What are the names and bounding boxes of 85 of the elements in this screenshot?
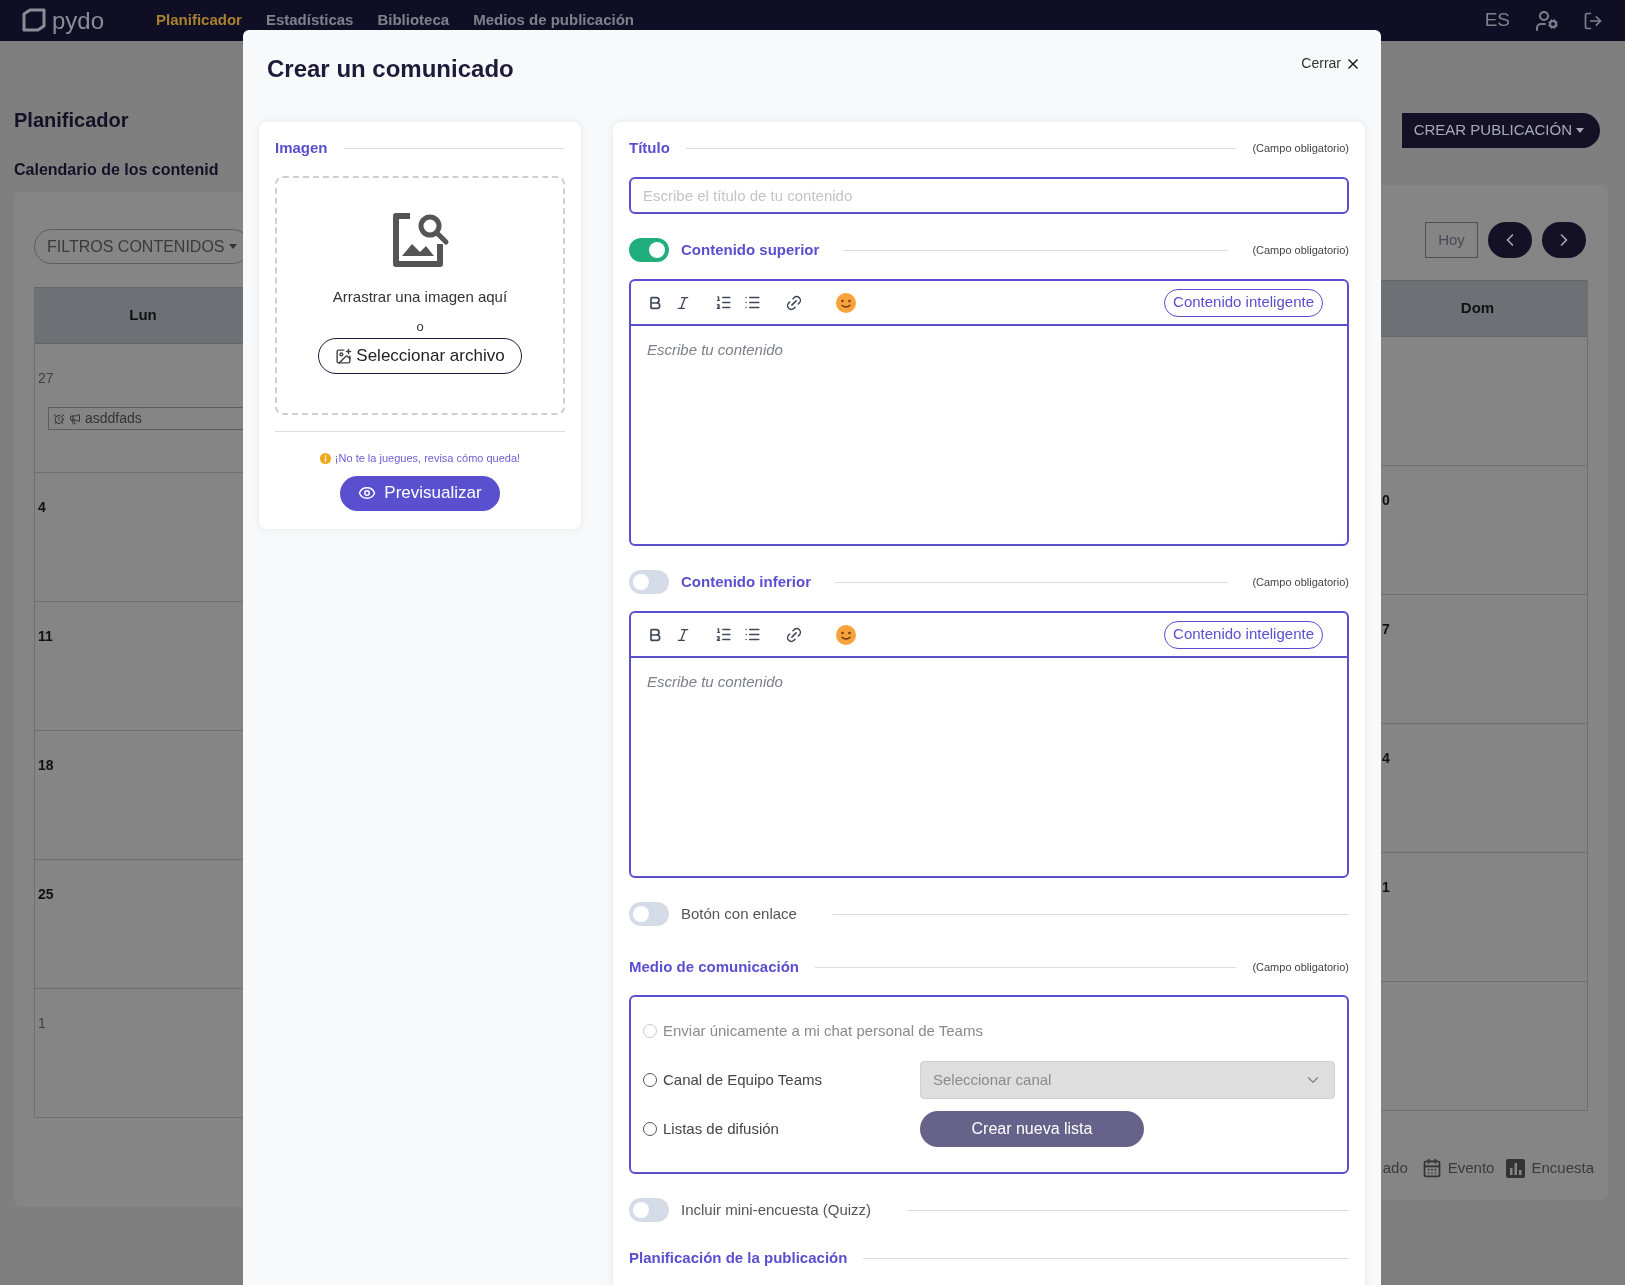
date-number: 25 [38,886,54,902]
select-file-button[interactable]: Seleccionar archivo [318,338,522,374]
numbered-list-icon[interactable] [715,626,732,643]
section-label: Título [629,137,670,158]
radio-button[interactable] [643,1122,657,1136]
caret-icon [228,244,237,249]
or-text: o [416,317,424,336]
nav-link[interactable]: Planificador [156,9,242,32]
toggle-switch[interactable] [629,238,669,262]
required-note: (Campo obligatorio) [1252,140,1349,156]
day-header: Dom [1381,280,1587,337]
section-label: Contenido superior [681,239,820,260]
date-number: 11 [38,628,53,644]
eye-icon [358,484,377,502]
legend-label: ado [1382,1158,1408,1178]
emoji-icon[interactable] [835,291,857,314]
date-number: 0 [1382,492,1390,508]
preview-button[interactable]: Previsualizar [340,475,500,511]
caret-icon [1576,128,1584,133]
next-button[interactable] [1542,222,1586,258]
option-label: Enviar únicamente a mi chat personal de Teams [663,1020,983,1041]
drop-text: Arrastrar una imagen aquí [332,287,508,307]
create-list-button[interactable]: Crear nueva lista [920,1111,1144,1147]
title-input[interactable]: Escribe el título de tu contenido [629,177,1349,214]
bar-chart-icon [1506,1158,1526,1178]
page-title: Planificador [14,108,130,133]
calendar-icon [1421,1158,1442,1179]
previous-button[interactable] [1488,222,1532,258]
channel-select[interactable]: Seleccionar canal [920,1061,1335,1099]
bulleted-list-icon[interactable] [744,294,761,311]
logout-icon[interactable] [1583,10,1603,31]
bold-icon[interactable] [647,294,663,311]
date-number: 7 [1382,621,1390,637]
italic-icon[interactable] [675,294,691,311]
user-settings-icon[interactable] [1535,8,1559,33]
image-search-icon [390,210,450,270]
language-selector[interactable]: ES [1484,6,1510,35]
toggle-label: Incluir mini-encuesta (Quizz) [681,1199,872,1220]
date-number: 1 [1382,879,1390,895]
logo-icon [22,7,46,34]
image-icon [335,347,353,365]
toggle-switch[interactable] [629,1198,669,1222]
option-label: Listas de difusión [663,1118,779,1139]
section-label: Imagen [275,137,328,158]
section-label: Planificación de la publicación [629,1247,848,1268]
logo-text: pydo [52,5,105,36]
toggle-label: Botón con enlace [681,903,797,924]
date-number: 1 [38,1015,46,1031]
create-post-button[interactable]: CREAR PUBLICACIÓN [1401,113,1600,148]
alarm-clock-icon [53,412,65,425]
bold-icon[interactable] [647,626,663,643]
toggle-switch[interactable] [629,570,669,594]
option-label: Canal de Equipo Teams [663,1069,822,1090]
required-note: (Campo obligatorio) [1252,242,1349,258]
nav-link[interactable]: Estadísticas [265,9,354,32]
content-placeholder[interactable]: Escribe tu contenido [647,673,783,690]
info-icon [319,452,331,464]
calendar-event[interactable]: asddfads [48,407,243,430]
preview-hint: ¡No te la juegues, revisa cómo queda! [334,451,521,466]
date-number: 4 [1382,750,1390,766]
section-label: Contenido inferior [681,571,811,592]
section-label: Medio de comunicación [629,956,800,977]
numbered-list-icon[interactable] [715,294,732,311]
emoji-icon[interactable] [835,623,857,646]
page-subtitle: Calendario de los contenid [14,160,220,180]
close-button[interactable]: Cerrar [1301,53,1361,74]
required-note: (Campo obligatorio) [1252,959,1349,975]
nav-link[interactable]: Medios de publicación [473,9,634,32]
date-number: 27 [38,370,54,386]
bulleted-list-icon[interactable] [744,626,761,643]
today-button[interactable]: Hoy [1425,222,1478,258]
required-note: (Campo obligatorio) [1252,574,1349,590]
megaphone-icon [69,412,81,425]
toggle-switch[interactable] [629,902,669,926]
date-number: 18 [38,757,54,773]
date-number: 4 [38,499,46,515]
nav-link[interactable]: Biblioteca [377,9,450,32]
content-placeholder[interactable]: Escribe tu contenido [647,341,783,358]
day-header: Lun [35,287,243,344]
image-drop-zone[interactable]: Arrastrar una imagen aquí o Seleccionar archivo [275,176,565,415]
legend-label: Evento [1447,1158,1495,1178]
italic-icon[interactable] [675,626,691,643]
radio-button[interactable] [643,1073,657,1087]
legend-label: Encuesta [1531,1158,1594,1178]
modal-title: Crear un comunicado [267,54,514,84]
